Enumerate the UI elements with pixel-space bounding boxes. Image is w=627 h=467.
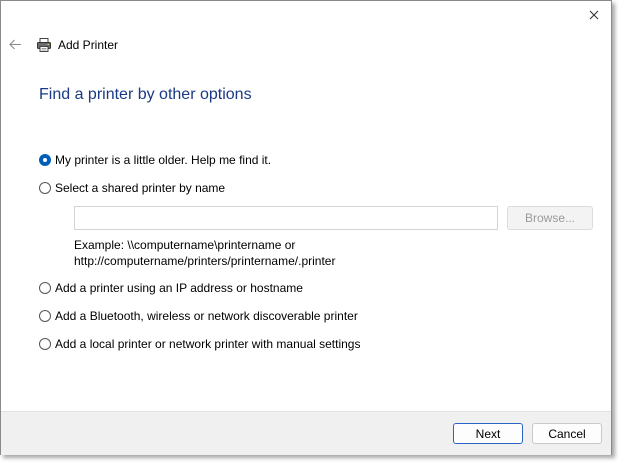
page-heading: Find a printer by other options (39, 86, 252, 103)
radio-ip-address[interactable] (39, 282, 51, 294)
option-shared-printer-label: Select a shared printer by name (55, 181, 226, 195)
option-shared-printer[interactable]: Select a shared printer by name (39, 181, 225, 195)
option-local-manual-label: Add a local printer or network printer w… (55, 337, 361, 351)
option-older-printer[interactable]: My printer is a little older. Help me fi… (39, 153, 271, 167)
option-older-printer-label: My printer is a little older. Help me fi… (55, 153, 272, 167)
radio-shared-printer[interactable] (39, 182, 51, 194)
option-local-manual[interactable]: Add a local printer or network printer w… (39, 337, 360, 351)
dialog-footer: Next Cancel (1, 411, 611, 455)
option-bluetooth-wireless-label: Add a Bluetooth, wireless or network dis… (55, 309, 358, 323)
radio-local-manual[interactable] (39, 338, 51, 350)
radio-bluetooth-wireless[interactable] (39, 310, 51, 322)
option-ip-address-label: Add a printer using an IP address or hos… (55, 281, 303, 295)
example-line-1: Example: \\computername\printername or (74, 238, 296, 252)
example-line-2: http://computername/printers/printername… (74, 254, 336, 268)
close-icon (589, 10, 599, 20)
back-button[interactable] (7, 36, 23, 52)
option-ip-address[interactable]: Add a printer using an IP address or hos… (39, 281, 303, 295)
printer-icon (37, 38, 51, 52)
shared-printer-example: Example: \\computername\printername or h… (74, 237, 335, 269)
back-arrow-icon (8, 39, 21, 49)
close-button[interactable] (583, 5, 605, 25)
dialog-title-row: Add Printer (36, 37, 118, 53)
browse-button[interactable]: Browse... (507, 206, 593, 230)
add-printer-dialog: Add Printer Find a printer by other opti… (0, 0, 612, 455)
dialog-title: Add Printer (58, 38, 119, 52)
option-bluetooth-wireless[interactable]: Add a Bluetooth, wireless or network dis… (39, 309, 358, 323)
cancel-button[interactable]: Cancel (532, 423, 602, 444)
next-button[interactable]: Next (453, 423, 523, 444)
shared-printer-name-input[interactable] (74, 206, 498, 230)
radio-older-printer[interactable] (39, 154, 51, 166)
